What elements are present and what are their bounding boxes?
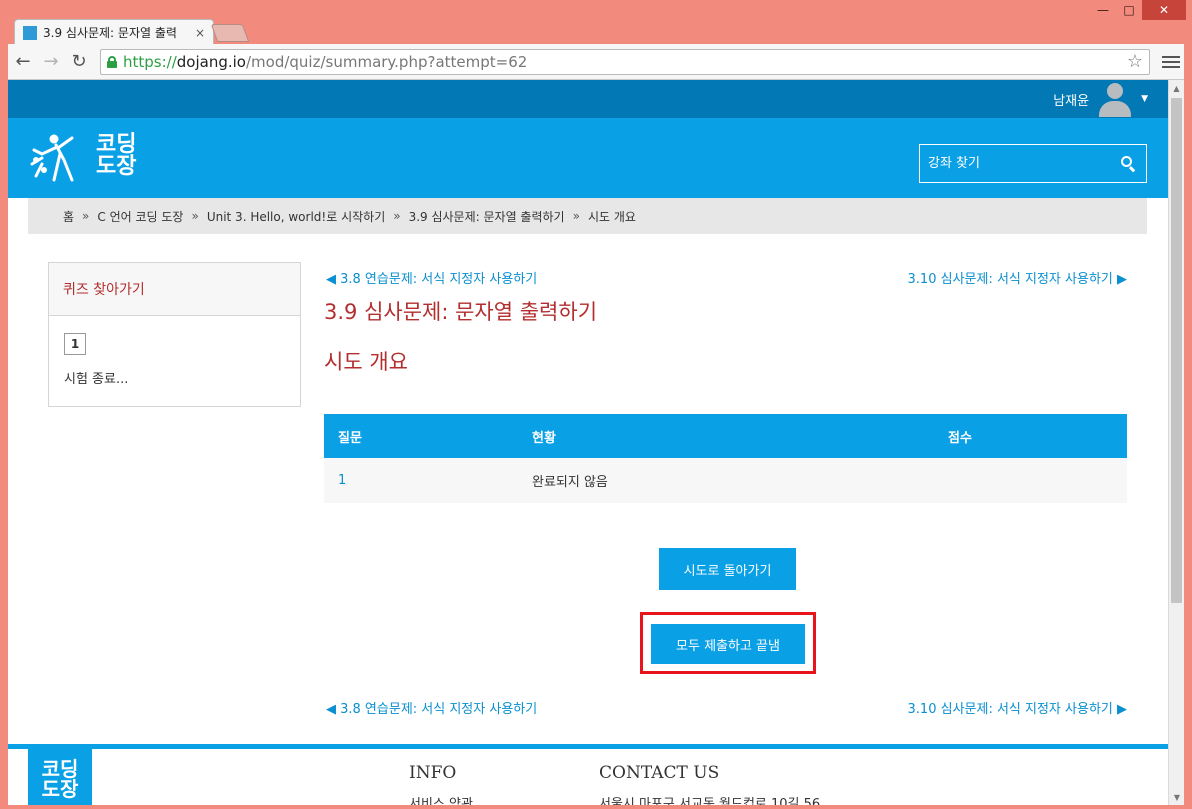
table-row: 1 완료되지 않음	[324, 458, 1127, 503]
prev-activity-link[interactable]: ◀ 3.8 연습문제: 서식 지정자 사용하기	[326, 268, 537, 287]
quiz-navigation-block: 퀴즈 찾아가기 1 시험 종료...	[48, 262, 301, 407]
question-status: 완료되지 않음	[518, 458, 934, 503]
bookmark-star-icon[interactable]: ☆	[1127, 51, 1143, 72]
breadcrumb: 홈 » C 언어 코딩 도장 » Unit 3. Hello, world!로 …	[28, 198, 1147, 234]
footer-info-heading: INFO	[409, 763, 457, 783]
chevron-down-icon[interactable]: ▼	[1141, 94, 1148, 104]
lock-icon	[107, 55, 117, 68]
course-search-input[interactable]	[928, 156, 1120, 171]
question-nav-button-1[interactable]: 1	[64, 333, 86, 355]
scroll-down-icon[interactable]: ▼	[1169, 789, 1185, 805]
activity-nav-bottom: ◀ 3.8 연습문제: 서식 지정자 사용하기 3.10 심사문제: 서식 지정…	[324, 692, 1127, 722]
scroll-up-icon[interactable]: ▲	[1169, 80, 1184, 96]
search-icon[interactable]	[1120, 155, 1138, 173]
breadcrumb-quiz[interactable]: 3.9 심사문제: 문자열 출력하기	[409, 208, 565, 225]
browser-toolbar: ← → ↻ https:// dojang.io /mod/quiz/summa…	[8, 44, 1184, 80]
maximize-button[interactable]: □	[1116, 0, 1142, 20]
window-controls: — □ ✕	[1090, 0, 1186, 22]
column-header-status: 현황	[518, 414, 934, 458]
breadcrumb-home[interactable]: 홈	[63, 208, 74, 225]
main-content: ◀ 3.8 연습문제: 서식 지정자 사용하기 3.10 심사문제: 서식 지정…	[324, 262, 1127, 717]
question-number-link[interactable]: 1	[324, 458, 518, 503]
browser-tab[interactable]: 3.9 심사문제: 문자열 출력 ×	[14, 19, 214, 45]
attempt-summary-table: 질문 현황 점수 1 완료되지 않음	[324, 414, 1127, 503]
minimize-button[interactable]: —	[1090, 0, 1116, 20]
course-search	[919, 144, 1147, 183]
page-viewport: 남재윤 ▼ 코딩 도장 강좌 찾기 홈 » C 언어 코딩 도장 » Unit …	[8, 80, 1168, 805]
address-bar[interactable]: https:// dojang.io /mod/quiz/summary.php…	[100, 48, 1150, 75]
url-host: dojang.io	[176, 52, 246, 71]
activity-nav-top: ◀ 3.8 연습문제: 서식 지정자 사용하기 3.10 심사문제: 서식 지정…	[324, 262, 1127, 292]
quiz-navigation-title: 퀴즈 찾아가기	[49, 263, 300, 316]
page-scrollbar[interactable]: ▲ ▼	[1168, 80, 1184, 805]
url-path: /mod/quiz/summary.php?attempt=62	[245, 52, 528, 71]
column-header-question: 질문	[324, 414, 518, 458]
brand-header: 코딩 도장	[8, 118, 1168, 198]
breadcrumb-current: 시도 개요	[587, 209, 636, 224]
prev-activity-link-bottom[interactable]: ◀ 3.8 연습문제: 서식 지정자 사용하기	[326, 698, 537, 717]
finish-attempt-link[interactable]: 시험 종료...	[64, 368, 128, 387]
site-logo[interactable]: 코딩 도장	[28, 130, 136, 182]
favicon-icon	[23, 25, 37, 40]
site-footer: 코딩 도장 INFO 서비스 약관 CONTACT US 서울시 마포구 서교동…	[8, 744, 1168, 805]
footer-address: 서울시 마포구 서교동 월드컵로 10길 56	[599, 797, 821, 805]
back-button[interactable]: ←	[10, 49, 36, 75]
browser-menu-icon[interactable]	[1162, 55, 1180, 68]
footer-contact-heading: CONTACT US	[599, 763, 720, 783]
close-window-button[interactable]: ✕	[1142, 0, 1186, 20]
user-topbar: 남재윤 ▼	[8, 80, 1168, 118]
footer-terms-link[interactable]: 서비스 약관	[409, 793, 473, 805]
url-scheme: https://	[123, 52, 177, 71]
next-activity-link[interactable]: 3.10 심사문제: 서식 지정자 사용하기 ▶	[908, 268, 1127, 287]
next-activity-link-bottom[interactable]: 3.10 심사문제: 서식 지정자 사용하기 ▶	[908, 698, 1127, 717]
window-titlebar: — □ ✕ 3.9 심사문제: 문자열 출력 ×	[0, 0, 1192, 45]
new-tab-button[interactable]	[210, 24, 250, 42]
scroll-thumb[interactable]	[1171, 98, 1182, 603]
reload-button[interactable]: ↻	[66, 49, 92, 75]
footer-logo[interactable]: 코딩 도장	[28, 749, 92, 805]
karate-figure-icon	[28, 130, 90, 182]
question-score	[934, 458, 1127, 503]
column-header-score: 점수	[934, 414, 1127, 458]
submit-all-button[interactable]: 모두 제출하고 끝냄	[651, 624, 805, 664]
user-name[interactable]: 남재윤	[1053, 90, 1089, 109]
logo-text: 코딩 도장	[96, 132, 137, 179]
breadcrumb-course[interactable]: C 언어 코딩 도장	[97, 208, 183, 225]
return-to-attempt-button[interactable]: 시도로 돌아가기	[659, 548, 796, 590]
avatar-icon[interactable]	[1097, 81, 1133, 117]
tab-close-icon[interactable]: ×	[195, 26, 205, 40]
forward-button[interactable]: →	[38, 49, 64, 75]
page-subtitle: 시도 개요	[324, 350, 408, 374]
page-title: 3.9 심사문제: 문자열 출력하기	[324, 300, 598, 324]
tab-title: 3.9 심사문제: 문자열 출력	[43, 26, 177, 40]
breadcrumb-unit[interactable]: Unit 3. Hello, world!로 시작하기	[207, 208, 385, 225]
